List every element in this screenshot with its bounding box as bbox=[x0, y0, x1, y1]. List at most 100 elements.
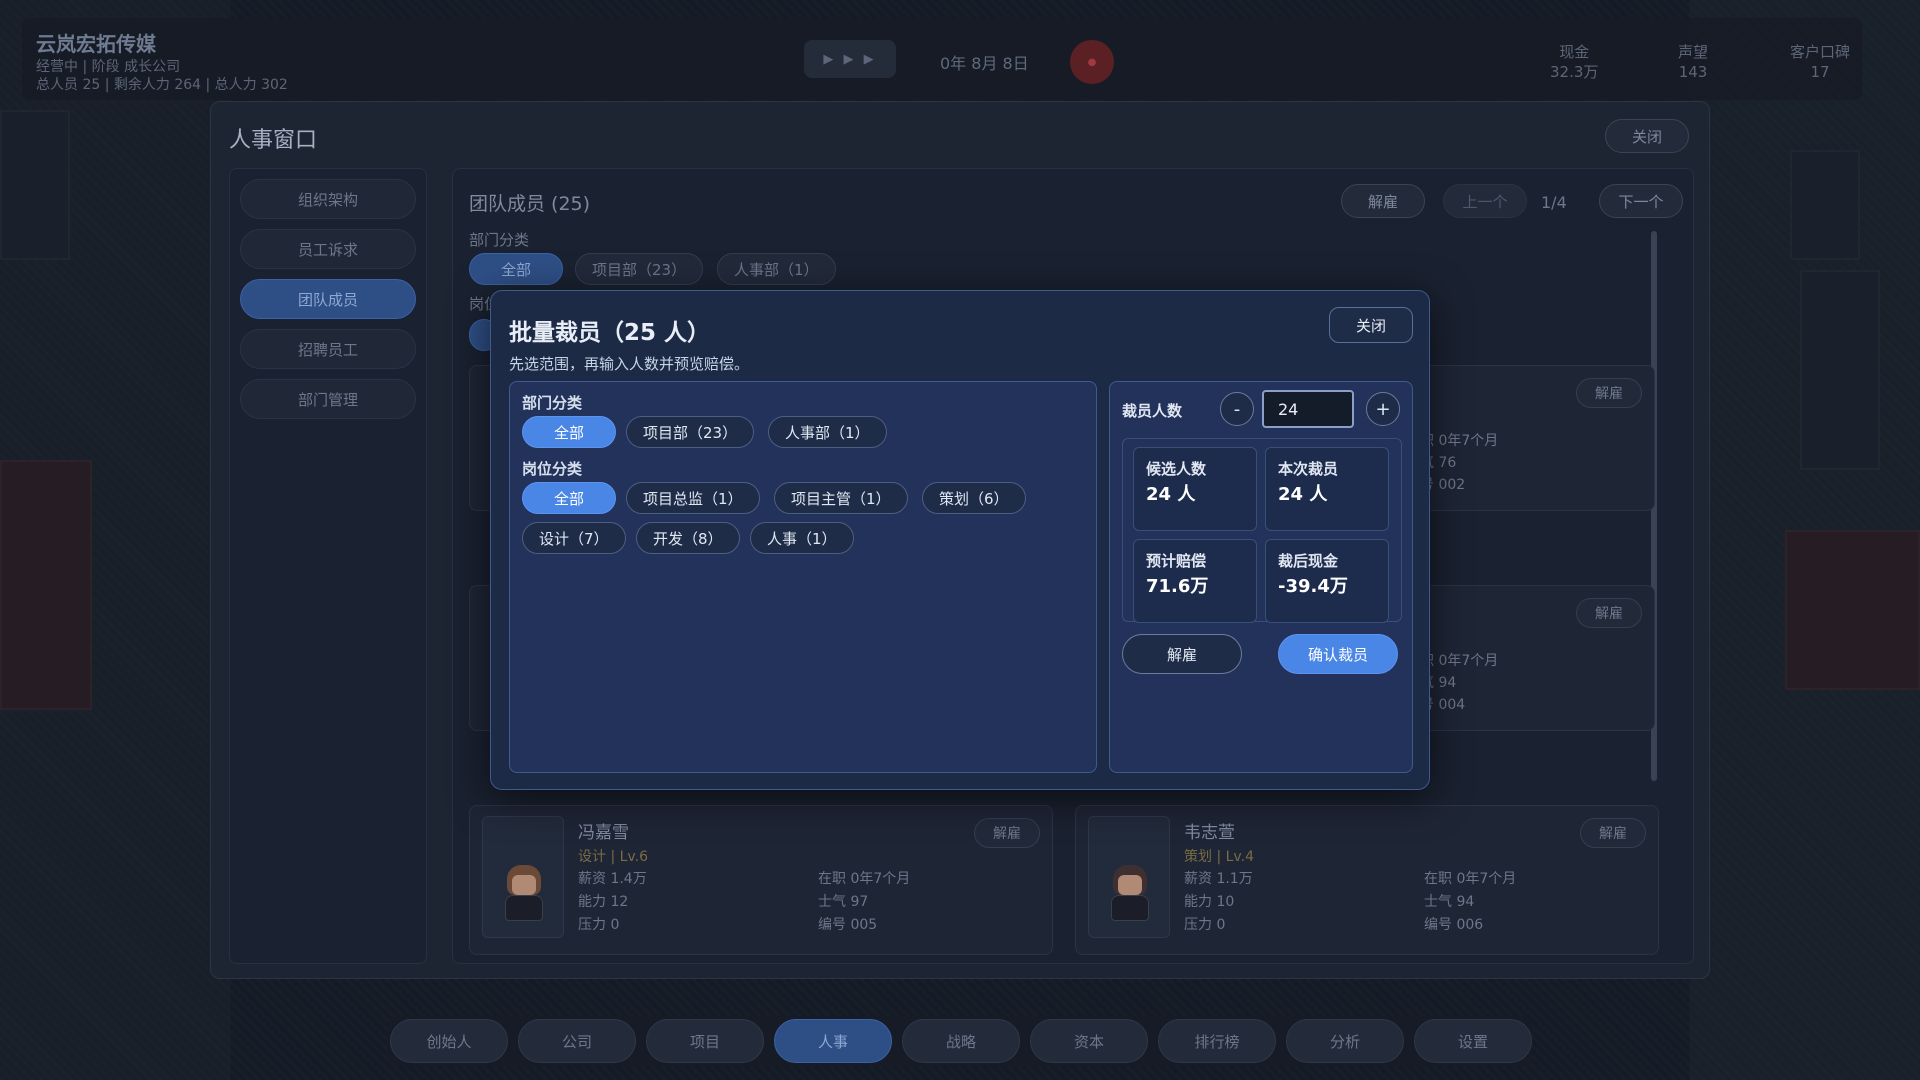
dept-chip-project[interactable]: 项目部（23） bbox=[626, 416, 755, 448]
stat-label: 客户口碑 bbox=[1790, 43, 1851, 61]
tenure: 在职 0年7个月 bbox=[818, 871, 911, 887]
this-layoff-cell: 本次裁员 24 人 bbox=[1265, 447, 1389, 531]
modal-close-button[interactable]: 关闭 bbox=[1329, 307, 1413, 343]
speed-control[interactable]: ▶ ▶ ▶ bbox=[804, 40, 896, 78]
cash-stat: 现金 32.3万 bbox=[1550, 42, 1598, 82]
bottom-nav: 创始人 公司 项目 人事 战略 资本 排行榜 分析 设置 bbox=[388, 1016, 1532, 1066]
nav-ranking[interactable]: 排行榜 bbox=[1158, 1019, 1276, 1063]
dept-chip-all[interactable]: 全部 bbox=[522, 416, 616, 448]
employee-name: 韦志萱 bbox=[1184, 823, 1235, 843]
hr-sidebar: 组织架构 员工诉求 团队成员 招聘员工 部门管理 bbox=[229, 168, 427, 964]
cash-after-cell: 裁后现金 -39.4万 bbox=[1265, 539, 1389, 623]
decrement-button[interactable]: - bbox=[1220, 392, 1254, 426]
avatar bbox=[1088, 816, 1170, 938]
page-indicator: 1/4 bbox=[1541, 193, 1567, 212]
team-title: 团队成员 (25) bbox=[469, 193, 591, 215]
post-filter-label: 岗位分类 bbox=[522, 460, 583, 478]
sidebar-item-team[interactable]: 团队成员 bbox=[240, 279, 416, 319]
nav-projects[interactable]: 项目 bbox=[646, 1019, 764, 1063]
client-stat: 客户口碑 17 bbox=[1790, 42, 1850, 82]
reputation-stat: 声望 143 bbox=[1678, 42, 1708, 82]
avatar-body bbox=[505, 895, 543, 921]
employee-role: 设计 | Lv.6 bbox=[578, 849, 648, 865]
card-fire-button[interactable]: 解雇 bbox=[974, 818, 1040, 848]
stat-value: 24 人 bbox=[1278, 484, 1328, 505]
dept-chip-all[interactable]: 全部 bbox=[469, 253, 563, 285]
ability: 能力 10 bbox=[1184, 894, 1235, 910]
dept-chip-project[interactable]: 项目部（23） bbox=[575, 253, 704, 285]
layoff-calc-panel: 裁员人数 - + 候选人数 24 人 本次裁员 24 人 预计赔偿 71.6万 … bbox=[1109, 381, 1413, 773]
confirm-layoff-button[interactable]: 确认裁员 bbox=[1278, 634, 1398, 674]
avatar bbox=[482, 816, 564, 938]
layoff-count-label: 裁员人数 bbox=[1122, 402, 1183, 420]
post-chip-dev[interactable]: 开发（8） bbox=[636, 522, 740, 554]
next-button[interactable]: 下一个 bbox=[1599, 184, 1683, 218]
window-title: 人事窗口 bbox=[229, 128, 318, 153]
post-chip-design[interactable]: 设计（7） bbox=[522, 522, 626, 554]
ability: 能力 12 bbox=[578, 894, 629, 910]
sidebar-item-dept[interactable]: 部门管理 bbox=[240, 379, 416, 419]
nav-strategy[interactable]: 战略 bbox=[902, 1019, 1020, 1063]
stat-value: -39.4万 bbox=[1278, 576, 1348, 597]
game-date: 0年 8月 8日 bbox=[940, 54, 1029, 73]
stat-label: 现金 bbox=[1559, 43, 1590, 61]
stat-label: 候选人数 bbox=[1146, 460, 1207, 478]
post-chip-planning[interactable]: 策划（6） bbox=[922, 482, 1026, 514]
hr-close-button[interactable]: 关闭 bbox=[1605, 119, 1689, 153]
layoff-preview-grid: 候选人数 24 人 本次裁员 24 人 预计赔偿 71.6万 裁后现金 -39.… bbox=[1122, 438, 1402, 623]
dept-filter-label: 部门分类 bbox=[469, 231, 530, 249]
avatar-body bbox=[1111, 895, 1149, 921]
sidebar-item-requests[interactable]: 员工诉求 bbox=[240, 229, 416, 269]
morale: 士气 97 bbox=[818, 894, 869, 910]
pause-button[interactable]: ● bbox=[1070, 40, 1114, 84]
salary: 薪资 1.4万 bbox=[578, 871, 647, 887]
nav-founder[interactable]: 创始人 bbox=[390, 1019, 508, 1063]
stat-label: 裁后现金 bbox=[1278, 552, 1339, 570]
status-bar: 云岚宏拓传媒 经营中 | 阶段 成长公司 总人员 25 | 剩余人力 264 |… bbox=[22, 18, 1862, 100]
stat-value: 17 bbox=[1810, 63, 1830, 81]
card-fire-button[interactable]: 解雇 bbox=[1580, 818, 1646, 848]
tenure: 在职 0年7个月 bbox=[1424, 871, 1517, 887]
stat-label: 声望 bbox=[1678, 43, 1709, 61]
employee-role: 策划 | Lv.4 bbox=[1184, 849, 1254, 865]
fire-button[interactable]: 解雇 bbox=[1122, 634, 1242, 674]
modal-subtitle: 先选范围，再输入人数并预览赔偿。 bbox=[509, 355, 750, 373]
employee-id: 编号 006 bbox=[1424, 917, 1484, 933]
company-staff: 总人员 25 | 剩余人力 264 | 总人力 302 bbox=[36, 77, 288, 93]
fire-button[interactable]: 解雇 bbox=[1341, 184, 1425, 218]
dept-filter-label: 部门分类 bbox=[522, 394, 583, 412]
stat-value: 71.6万 bbox=[1146, 576, 1209, 597]
nav-analysis[interactable]: 分析 bbox=[1286, 1019, 1404, 1063]
record-icon: ● bbox=[1087, 56, 1097, 68]
card-fire-button[interactable]: 解雇 bbox=[1576, 378, 1642, 408]
sidebar-item-org[interactable]: 组织架构 bbox=[240, 179, 416, 219]
post-chip-director[interactable]: 项目总监（1） bbox=[626, 482, 760, 514]
card-fire-button[interactable]: 解雇 bbox=[1576, 598, 1642, 628]
nav-hr[interactable]: 人事 bbox=[774, 1019, 892, 1063]
modal-title: 批量裁员（25 人） bbox=[509, 320, 711, 346]
prev-button[interactable]: 上一个 bbox=[1443, 184, 1527, 218]
batch-layoff-modal: 批量裁员（25 人） 先选范围，再输入人数并预览赔偿。 关闭 部门分类 全部 项… bbox=[490, 290, 1430, 790]
employee-name: 冯嘉雪 bbox=[578, 823, 629, 843]
stat-label: 预计赔偿 bbox=[1146, 552, 1207, 570]
post-chip-all[interactable]: 全部 bbox=[522, 482, 616, 514]
increment-button[interactable]: + bbox=[1366, 392, 1400, 426]
employee-card[interactable]: 韦志萱 策划 | Lv.4 薪资 1.1万 能力 10 压力 0 在职 0年7个… bbox=[1075, 805, 1659, 955]
nav-company[interactable]: 公司 bbox=[518, 1019, 636, 1063]
nav-capital[interactable]: 资本 bbox=[1030, 1019, 1148, 1063]
employee-card[interactable]: 冯嘉雪 设计 | Lv.6 薪资 1.4万 能力 12 压力 0 在职 0年7个… bbox=[469, 805, 1053, 955]
post-chip-hr[interactable]: 人事（1） bbox=[750, 522, 854, 554]
employee-id: 编号 005 bbox=[818, 917, 878, 933]
post-chip-supervisor[interactable]: 项目主管（1） bbox=[774, 482, 908, 514]
sidebar-item-recruit[interactable]: 招聘员工 bbox=[240, 329, 416, 369]
avatar-face bbox=[512, 875, 536, 895]
stat-value: 32.3万 bbox=[1550, 63, 1599, 81]
dept-chip-hr[interactable]: 人事部（1） bbox=[717, 253, 836, 285]
nav-settings[interactable]: 设置 bbox=[1414, 1019, 1532, 1063]
dept-chip-hr[interactable]: 人事部（1） bbox=[768, 416, 887, 448]
salary: 薪资 1.1万 bbox=[1184, 871, 1253, 887]
pressure: 压力 0 bbox=[1184, 917, 1226, 933]
stat-value: 143 bbox=[1678, 63, 1708, 81]
compensation-cell: 预计赔偿 71.6万 bbox=[1133, 539, 1257, 623]
layoff-count-input[interactable] bbox=[1262, 390, 1354, 428]
